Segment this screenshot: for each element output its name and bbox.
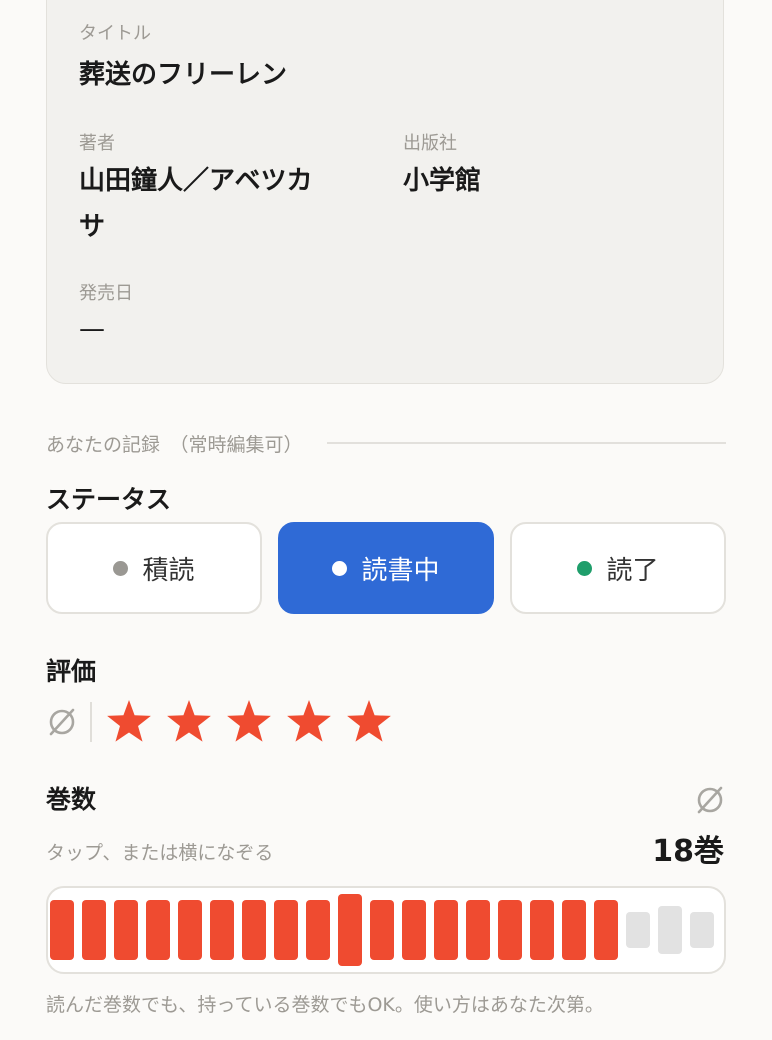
volume-bar[interactable] bbox=[402, 900, 426, 960]
status-dot-icon bbox=[577, 560, 593, 576]
volume-bar[interactable] bbox=[562, 900, 586, 960]
empty-set-icon[interactable] bbox=[694, 784, 726, 816]
status-title: ステータス bbox=[46, 485, 172, 514]
volume-bars bbox=[48, 888, 724, 972]
volume-bar[interactable] bbox=[434, 900, 458, 960]
volume-bar[interactable] bbox=[466, 900, 490, 960]
volume-bar[interactable] bbox=[178, 900, 202, 960]
rating-divider bbox=[90, 702, 92, 742]
record-section-header: あなたの記録 （常時編集可） bbox=[46, 430, 726, 456]
status-button-finished[interactable]: 読了 bbox=[510, 522, 726, 614]
volume-bar[interactable] bbox=[530, 900, 554, 960]
volume-bar[interactable] bbox=[370, 900, 394, 960]
author-line-1: 山田鐘人／アベツカ bbox=[79, 166, 313, 196]
volume-bar[interactable] bbox=[114, 900, 138, 960]
record-section-title: あなたの記録 （常時編集可） bbox=[46, 433, 303, 456]
status-label: 読了 bbox=[606, 555, 659, 586]
book-title: 葬送のフリーレン bbox=[79, 60, 288, 90]
volume-bar[interactable] bbox=[242, 900, 266, 960]
rating-title: 評価 bbox=[46, 657, 97, 686]
star-icon[interactable] bbox=[224, 697, 274, 747]
volumes-hint: タップ、または横になぞる bbox=[46, 842, 274, 864]
volume-bar[interactable] bbox=[338, 894, 362, 966]
status-button-reading[interactable]: 読書中 bbox=[278, 522, 494, 614]
volume-bar[interactable] bbox=[690, 912, 714, 948]
status-label: 読書中 bbox=[361, 555, 440, 586]
volume-bar[interactable] bbox=[82, 900, 106, 960]
volumes-note: 読んだ巻数でも、持っている巻数でもOK。使い方はあなた次第。 bbox=[46, 994, 604, 1016]
author-label: 著者 bbox=[79, 133, 115, 154]
volume-bar[interactable] bbox=[594, 900, 618, 960]
volume-bar[interactable] bbox=[658, 906, 682, 954]
author-line-2: サ bbox=[79, 212, 106, 242]
publisher: 小学館 bbox=[403, 166, 482, 196]
star-icon[interactable] bbox=[104, 697, 154, 747]
volume-slider[interactable] bbox=[46, 886, 726, 974]
volume-bar[interactable] bbox=[274, 900, 298, 960]
rating-control bbox=[46, 694, 404, 750]
publisher-label: 出版社 bbox=[403, 133, 457, 154]
volume-bar[interactable] bbox=[498, 900, 522, 960]
volume-bar[interactable] bbox=[210, 900, 234, 960]
volume-bar[interactable] bbox=[306, 900, 330, 960]
star-icon[interactable] bbox=[284, 697, 334, 747]
star-icon[interactable] bbox=[344, 697, 394, 747]
status-label: 積読 bbox=[142, 555, 195, 586]
volume-bar[interactable] bbox=[626, 912, 650, 948]
volumes-title: 巻数 bbox=[46, 785, 97, 814]
star-icon[interactable] bbox=[164, 697, 214, 747]
title-label: タイトル bbox=[79, 23, 151, 44]
book-info-card: タイトル 葬送のフリーレン 著者 山田鐘人／アベツカ サ 出版社 小学館 発売日… bbox=[46, 0, 724, 384]
volume-bar[interactable] bbox=[146, 900, 170, 960]
volumes-count: 18巻 bbox=[652, 834, 724, 869]
volume-bar[interactable] bbox=[50, 900, 74, 960]
status-selector: 積読 読書中 読了 bbox=[46, 522, 726, 614]
empty-set-icon[interactable] bbox=[46, 706, 78, 738]
status-button-tsundoku[interactable]: 積読 bbox=[46, 522, 262, 614]
status-dot-icon bbox=[113, 560, 129, 576]
section-divider bbox=[326, 442, 726, 444]
star-rating bbox=[104, 697, 404, 747]
release-label: 発売日 bbox=[79, 283, 133, 304]
release-date: — bbox=[79, 314, 105, 344]
status-dot-icon bbox=[332, 560, 348, 576]
